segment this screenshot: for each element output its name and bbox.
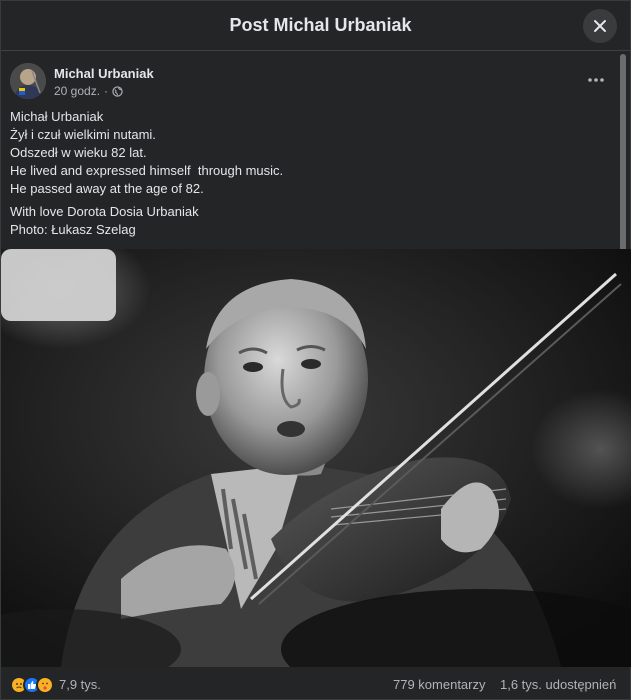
modal-header: Post Michal Urbaniak bbox=[1, 1, 631, 51]
post-meta: 20 godz. · bbox=[54, 84, 123, 98]
meta-separator: · bbox=[104, 84, 109, 98]
modal-title: Post Michal Urbaniak bbox=[229, 15, 412, 35]
comments-count[interactable]: 779 komentarzy bbox=[393, 677, 486, 692]
post-line: Odszedł w wieku 82 lat. bbox=[10, 145, 147, 160]
post-line: Żył i czuł wielkimi nutami. bbox=[10, 127, 156, 142]
reaction-count[interactable]: 7,9 tys. bbox=[59, 677, 101, 692]
care-reaction-icon bbox=[36, 675, 54, 694]
post-line: He lived and expressed himself through m… bbox=[10, 163, 284, 178]
post-modal: Post Michal Urbaniak Michal Urbaniak 20 … bbox=[0, 0, 631, 700]
post-line: With love Dorota Dosia Urbaniak bbox=[10, 204, 199, 219]
avatar[interactable] bbox=[10, 63, 46, 99]
post-time[interactable]: 20 godz. bbox=[54, 84, 100, 98]
post-line: Photo: Łukasz Szelag bbox=[10, 222, 136, 237]
post-text: Michał Urbaniak Żył i czuł wielkimi nuta… bbox=[10, 108, 610, 239]
post-footer: 7,9 tys. 779 komentarzy 1,6 tys. udostęp… bbox=[1, 668, 631, 700]
post-photo[interactable] bbox=[1, 249, 631, 667]
more-options-button[interactable] bbox=[582, 69, 610, 91]
shares-count[interactable]: 1,6 tys. udostępnień bbox=[500, 677, 616, 692]
post-line: He passed away at the age of 82. bbox=[10, 181, 204, 196]
globe-icon bbox=[112, 85, 123, 97]
post-header: Michal Urbaniak 20 godz. · bbox=[10, 63, 610, 103]
close-icon bbox=[594, 20, 606, 32]
author-name[interactable]: Michal Urbaniak bbox=[54, 66, 154, 81]
more-horizontal-icon bbox=[588, 78, 604, 82]
post-line: Michał Urbaniak bbox=[10, 109, 104, 124]
reactions-summary[interactable]: 7,9 tys. bbox=[10, 675, 101, 694]
close-button[interactable] bbox=[583, 9, 617, 43]
